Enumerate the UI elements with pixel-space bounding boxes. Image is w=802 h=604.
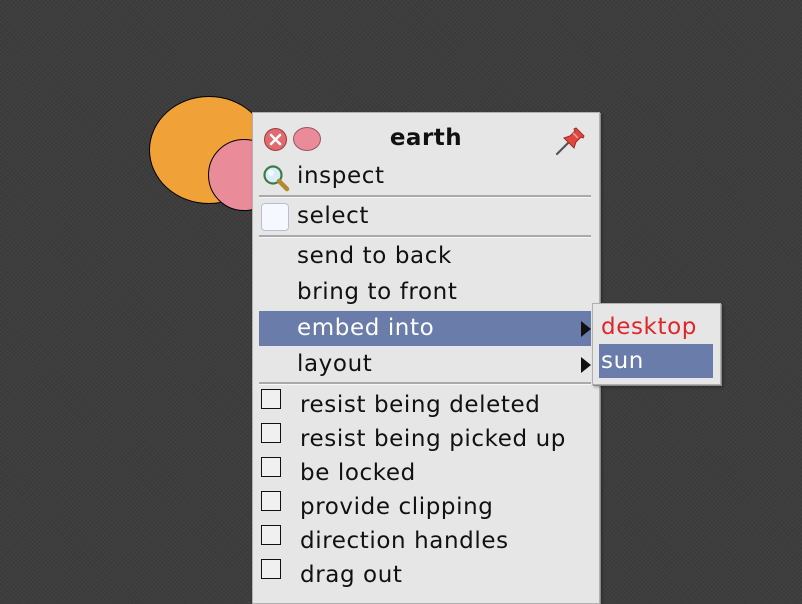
select-icon <box>261 203 289 231</box>
toggle-resist-being-picked-up[interactable]: resist being picked up <box>259 421 591 455</box>
checkbox[interactable] <box>261 423 281 443</box>
menu-item-select[interactable]: select <box>259 199 591 234</box>
toggle-provide-clipping[interactable]: provide clipping <box>259 489 591 523</box>
toggle-label: resist being deleted <box>300 392 541 418</box>
toggle-label: provide clipping <box>300 494 494 520</box>
checkbox[interactable] <box>261 525 281 545</box>
menu-item-label: layout <box>297 351 373 377</box>
menu-item-label: send to back <box>297 243 452 269</box>
submenu-item-desktop[interactable]: desktop <box>599 310 713 344</box>
toggle-be-locked[interactable]: be locked <box>259 455 591 489</box>
toggle-resist-being-deleted[interactable]: resist being deleted <box>259 387 591 421</box>
toggle-direction-handles[interactable]: direction handles <box>259 523 591 557</box>
toggle-label: resist being picked up <box>300 426 566 452</box>
context-menu: earth inspect select send to back bring … <box>252 112 600 604</box>
toggle-label: direction handles <box>300 528 509 554</box>
menu-item-bring-to-front[interactable]: bring to front <box>259 275 591 310</box>
menu-item-layout[interactable]: layout <box>259 347 591 382</box>
checkbox[interactable] <box>261 457 281 477</box>
menu-item-label: inspect <box>297 163 385 189</box>
toggle-label: drag out <box>300 562 403 588</box>
menu-item-label: embed into <box>297 315 435 341</box>
checkbox[interactable] <box>261 389 281 409</box>
menu-item-label: bring to front <box>297 279 458 305</box>
divider <box>259 382 591 385</box>
menu-item-label: select <box>297 203 369 229</box>
checkbox[interactable] <box>261 491 281 511</box>
submenu-arrow-icon <box>581 321 591 337</box>
menu-item-inspect[interactable]: inspect <box>259 159 591 194</box>
pin-icon[interactable] <box>553 125 587 161</box>
toggle-label: be locked <box>300 460 416 486</box>
divider <box>259 235 591 238</box>
checkbox[interactable] <box>261 559 281 579</box>
menu-title-bar: earth <box>253 113 599 161</box>
divider <box>259 195 591 198</box>
embed-into-submenu: desktop sun <box>592 303 721 385</box>
menu-title: earth <box>389 125 463 151</box>
menu-item-send-to-back[interactable]: send to back <box>259 239 591 274</box>
menu-item-embed-into[interactable]: embed into <box>259 311 591 346</box>
submenu-item-sun[interactable]: sun <box>599 344 713 378</box>
submenu-arrow-icon <box>581 357 591 373</box>
